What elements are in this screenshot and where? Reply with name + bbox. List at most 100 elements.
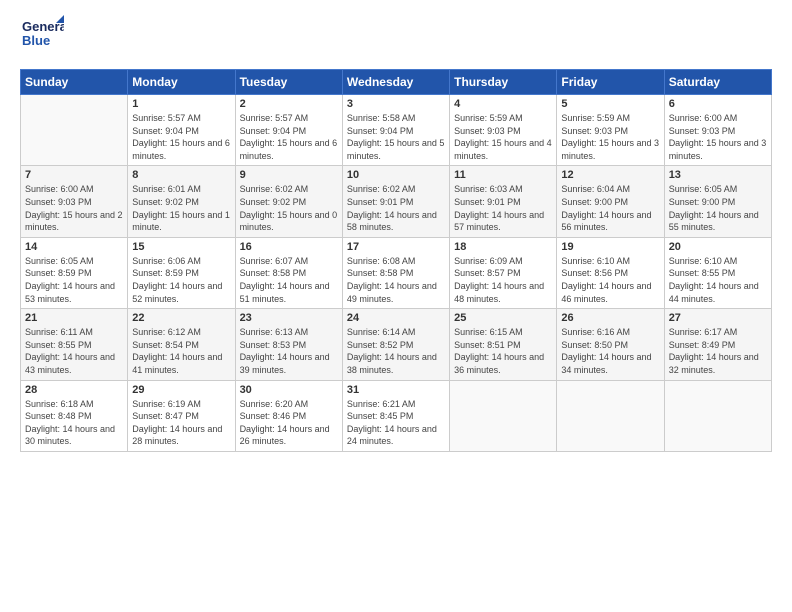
- day-number: 23: [240, 312, 338, 324]
- day-info: Sunrise: 6:04 AM Sunset: 9:00 PM Dayligh…: [561, 183, 659, 233]
- day-number: 31: [347, 384, 445, 396]
- calendar-cell: 18 Sunrise: 6:09 AM Sunset: 8:57 PM Dayl…: [450, 237, 557, 308]
- day-info: Sunrise: 6:13 AM Sunset: 8:53 PM Dayligh…: [240, 326, 338, 376]
- calendar-cell: 17 Sunrise: 6:08 AM Sunset: 8:58 PM Dayl…: [342, 237, 449, 308]
- day-info: Sunrise: 6:00 AM Sunset: 9:03 PM Dayligh…: [669, 112, 767, 162]
- sunrise-time: Sunrise: 6:08 AM: [347, 256, 416, 266]
- daylight-hours: Daylight: 14 hours and 46 minutes.: [561, 281, 651, 304]
- day-number: 6: [669, 98, 767, 110]
- calendar-cell: 5 Sunrise: 5:59 AM Sunset: 9:03 PM Dayli…: [557, 95, 664, 166]
- day-number: 16: [240, 241, 338, 253]
- sunset-time: Sunset: 8:51 PM: [454, 340, 521, 350]
- day-number: 18: [454, 241, 552, 253]
- sunset-time: Sunset: 9:01 PM: [454, 197, 521, 207]
- day-info: Sunrise: 6:20 AM Sunset: 8:46 PM Dayligh…: [240, 398, 338, 448]
- sunrise-time: Sunrise: 6:13 AM: [240, 327, 309, 337]
- day-number: 5: [561, 98, 659, 110]
- calendar-cell: [450, 380, 557, 451]
- daylight-hours: Daylight: 15 hours and 3 minutes.: [561, 138, 659, 161]
- sunset-time: Sunset: 9:03 PM: [561, 126, 628, 136]
- day-number: 9: [240, 169, 338, 181]
- sunset-time: Sunset: 8:54 PM: [132, 340, 199, 350]
- sunrise-time: Sunrise: 6:01 AM: [132, 184, 201, 194]
- day-info: Sunrise: 6:17 AM Sunset: 8:49 PM Dayligh…: [669, 326, 767, 376]
- sunrise-time: Sunrise: 6:17 AM: [669, 327, 738, 337]
- day-info: Sunrise: 6:01 AM Sunset: 9:02 PM Dayligh…: [132, 183, 230, 233]
- day-info: Sunrise: 6:02 AM Sunset: 9:02 PM Dayligh…: [240, 183, 338, 233]
- sunrise-time: Sunrise: 6:10 AM: [561, 256, 630, 266]
- weekday-header-thursday: Thursday: [450, 70, 557, 95]
- daylight-hours: Daylight: 15 hours and 2 minutes.: [25, 210, 123, 233]
- daylight-hours: Daylight: 15 hours and 5 minutes.: [347, 138, 445, 161]
- day-number: 8: [132, 169, 230, 181]
- calendar-cell: [664, 380, 771, 451]
- calendar-cell: 3 Sunrise: 5:58 AM Sunset: 9:04 PM Dayli…: [342, 95, 449, 166]
- day-info: Sunrise: 6:00 AM Sunset: 9:03 PM Dayligh…: [25, 183, 123, 233]
- week-row-3: 21 Sunrise: 6:11 AM Sunset: 8:55 PM Dayl…: [21, 309, 772, 380]
- sunrise-time: Sunrise: 5:57 AM: [240, 113, 309, 123]
- day-info: Sunrise: 6:05 AM Sunset: 8:59 PM Dayligh…: [25, 255, 123, 305]
- sunrise-time: Sunrise: 6:12 AM: [132, 327, 201, 337]
- calendar-cell: 9 Sunrise: 6:02 AM Sunset: 9:02 PM Dayli…: [235, 166, 342, 237]
- calendar-cell: 7 Sunrise: 6:00 AM Sunset: 9:03 PM Dayli…: [21, 166, 128, 237]
- daylight-hours: Daylight: 15 hours and 3 minutes.: [669, 138, 767, 161]
- calendar-cell: 31 Sunrise: 6:21 AM Sunset: 8:45 PM Dayl…: [342, 380, 449, 451]
- sunset-time: Sunset: 8:49 PM: [669, 340, 736, 350]
- daylight-hours: Daylight: 15 hours and 0 minutes.: [240, 210, 338, 233]
- header: General Blue: [20, 15, 772, 59]
- calendar-cell: 24 Sunrise: 6:14 AM Sunset: 8:52 PM Dayl…: [342, 309, 449, 380]
- daylight-hours: Daylight: 14 hours and 52 minutes.: [132, 281, 222, 304]
- daylight-hours: Daylight: 14 hours and 41 minutes.: [132, 352, 222, 375]
- sunset-time: Sunset: 8:47 PM: [132, 411, 199, 421]
- svg-text:General: General: [22, 19, 64, 34]
- sunrise-time: Sunrise: 6:02 AM: [240, 184, 309, 194]
- daylight-hours: Daylight: 14 hours and 32 minutes.: [669, 352, 759, 375]
- sunrise-time: Sunrise: 6:00 AM: [669, 113, 738, 123]
- day-number: 14: [25, 241, 123, 253]
- logo-graphic: General Blue: [20, 15, 64, 59]
- day-info: Sunrise: 6:09 AM Sunset: 8:57 PM Dayligh…: [454, 255, 552, 305]
- sunrise-time: Sunrise: 6:14 AM: [347, 327, 416, 337]
- day-number: 19: [561, 241, 659, 253]
- weekday-header-monday: Monday: [128, 70, 235, 95]
- day-number: 12: [561, 169, 659, 181]
- day-number: 17: [347, 241, 445, 253]
- calendar-cell: 8 Sunrise: 6:01 AM Sunset: 9:02 PM Dayli…: [128, 166, 235, 237]
- sunrise-time: Sunrise: 6:18 AM: [25, 399, 94, 409]
- day-number: 27: [669, 312, 767, 324]
- day-info: Sunrise: 6:02 AM Sunset: 9:01 PM Dayligh…: [347, 183, 445, 233]
- calendar-cell: 10 Sunrise: 6:02 AM Sunset: 9:01 PM Dayl…: [342, 166, 449, 237]
- logo: General Blue: [20, 15, 64, 59]
- sunset-time: Sunset: 9:03 PM: [25, 197, 92, 207]
- week-row-2: 14 Sunrise: 6:05 AM Sunset: 8:59 PM Dayl…: [21, 237, 772, 308]
- day-info: Sunrise: 6:21 AM Sunset: 8:45 PM Dayligh…: [347, 398, 445, 448]
- page: General Blue SundayMondayTuesdayWednesda…: [0, 0, 792, 612]
- day-number: 20: [669, 241, 767, 253]
- sunrise-time: Sunrise: 6:09 AM: [454, 256, 523, 266]
- sunrise-time: Sunrise: 6:00 AM: [25, 184, 94, 194]
- weekday-header-tuesday: Tuesday: [235, 70, 342, 95]
- sunrise-time: Sunrise: 6:21 AM: [347, 399, 416, 409]
- sunrise-time: Sunrise: 6:07 AM: [240, 256, 309, 266]
- daylight-hours: Daylight: 14 hours and 26 minutes.: [240, 424, 330, 447]
- sunset-time: Sunset: 9:03 PM: [454, 126, 521, 136]
- sunset-time: Sunset: 8:55 PM: [669, 268, 736, 278]
- week-row-1: 7 Sunrise: 6:00 AM Sunset: 9:03 PM Dayli…: [21, 166, 772, 237]
- day-info: Sunrise: 6:18 AM Sunset: 8:48 PM Dayligh…: [25, 398, 123, 448]
- sunrise-time: Sunrise: 5:57 AM: [132, 113, 201, 123]
- sunset-time: Sunset: 9:04 PM: [132, 126, 199, 136]
- day-info: Sunrise: 6:10 AM Sunset: 8:56 PM Dayligh…: [561, 255, 659, 305]
- day-number: 22: [132, 312, 230, 324]
- calendar-cell: 13 Sunrise: 6:05 AM Sunset: 9:00 PM Dayl…: [664, 166, 771, 237]
- daylight-hours: Daylight: 14 hours and 44 minutes.: [669, 281, 759, 304]
- calendar-cell: 14 Sunrise: 6:05 AM Sunset: 8:59 PM Dayl…: [21, 237, 128, 308]
- day-number: 30: [240, 384, 338, 396]
- calendar-cell: 20 Sunrise: 6:10 AM Sunset: 8:55 PM Dayl…: [664, 237, 771, 308]
- day-info: Sunrise: 5:59 AM Sunset: 9:03 PM Dayligh…: [454, 112, 552, 162]
- calendar-cell: 11 Sunrise: 6:03 AM Sunset: 9:01 PM Dayl…: [450, 166, 557, 237]
- daylight-hours: Daylight: 14 hours and 28 minutes.: [132, 424, 222, 447]
- day-info: Sunrise: 5:58 AM Sunset: 9:04 PM Dayligh…: [347, 112, 445, 162]
- day-info: Sunrise: 6:08 AM Sunset: 8:58 PM Dayligh…: [347, 255, 445, 305]
- sunset-time: Sunset: 9:00 PM: [561, 197, 628, 207]
- daylight-hours: Daylight: 14 hours and 51 minutes.: [240, 281, 330, 304]
